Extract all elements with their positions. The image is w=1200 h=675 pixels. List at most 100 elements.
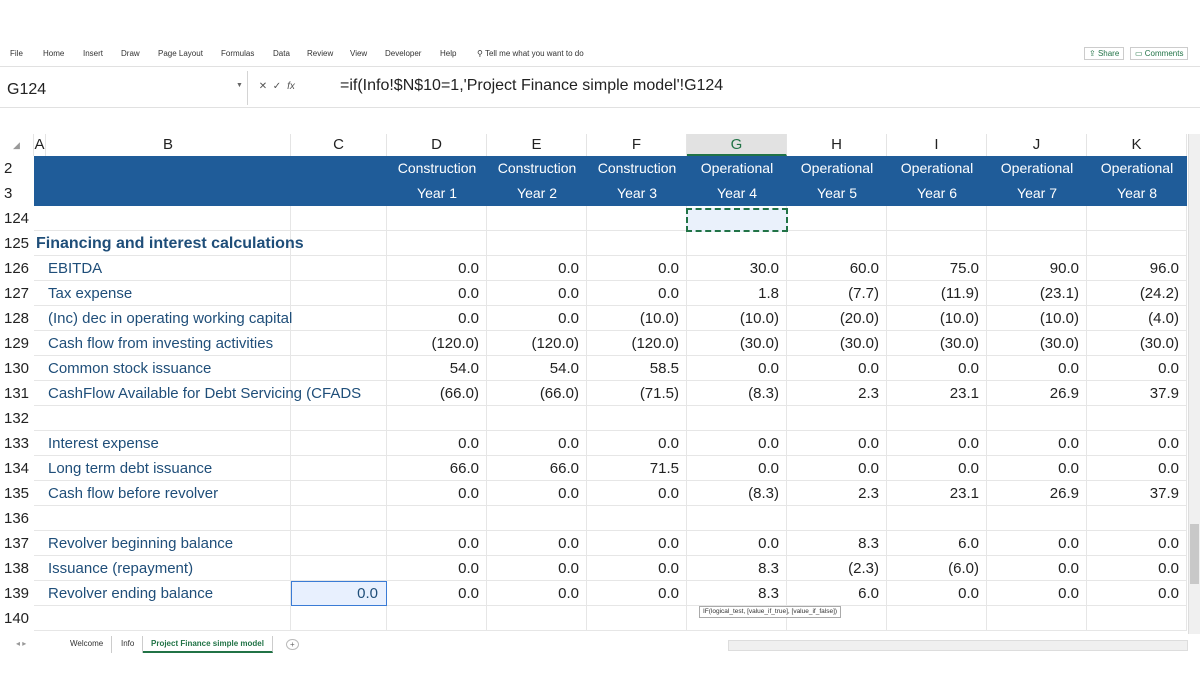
value-cell[interactable]: (6.0) <box>887 556 987 581</box>
value-cell[interactable]: 37.9 <box>1087 381 1187 406</box>
value-cell[interactable]: 0.0 <box>1087 581 1187 606</box>
header-cell[interactable]: Construction <box>487 156 587 181</box>
value-cell[interactable] <box>587 606 687 631</box>
value-cell[interactable]: 0.0 <box>387 306 487 331</box>
value-cell[interactable]: 0.0 <box>587 431 687 456</box>
value-cell[interactable]: 60.0 <box>787 256 887 281</box>
value-cell[interactable]: 2.3 <box>787 481 887 506</box>
tab-data[interactable]: Data <box>273 49 290 58</box>
value-cell[interactable]: 0.0 <box>487 431 587 456</box>
header-cell[interactable]: Operational <box>887 156 987 181</box>
value-cell[interactable] <box>1087 206 1187 231</box>
value-cell[interactable]: (71.5) <box>587 381 687 406</box>
value-cell[interactable] <box>887 606 987 631</box>
row-label[interactable]: Tax expense <box>34 281 291 306</box>
value-cell[interactable] <box>487 231 587 256</box>
value-cell[interactable]: (4.0) <box>1087 306 1187 331</box>
value-cell[interactable]: 0.0 <box>1087 356 1187 381</box>
header-cell[interactable]: Year 5 <box>787 181 887 206</box>
value-cell[interactable] <box>987 231 1087 256</box>
cell-c[interactable] <box>291 281 387 306</box>
value-cell[interactable]: (30.0) <box>687 331 787 356</box>
column-header-k[interactable]: K <box>1087 134 1187 156</box>
value-cell[interactable]: (30.0) <box>887 331 987 356</box>
value-cell[interactable] <box>687 506 787 531</box>
value-cell[interactable] <box>787 406 887 431</box>
value-cell[interactable]: 0.0 <box>887 581 987 606</box>
cell-c[interactable] <box>291 231 387 256</box>
value-cell[interactable] <box>1087 606 1187 631</box>
value-cell[interactable]: (11.9) <box>887 281 987 306</box>
row-label[interactable]: Long term debt issuance <box>34 456 291 481</box>
comments-button[interactable]: ▭ Comments <box>1130 47 1189 60</box>
sheet-tab-project-finance[interactable]: Project Finance simple model <box>143 636 273 653</box>
value-cell[interactable] <box>687 406 787 431</box>
value-cell[interactable]: 0.0 <box>1087 556 1187 581</box>
cell-c[interactable] <box>291 356 387 381</box>
share-button[interactable]: ⇪ Share <box>1084 47 1125 60</box>
value-cell[interactable]: (120.0) <box>487 331 587 356</box>
value-cell[interactable]: 0.0 <box>487 581 587 606</box>
cell-c[interactable] <box>291 531 387 556</box>
cell-c[interactable] <box>291 431 387 456</box>
tab-file[interactable]: File <box>10 49 23 58</box>
row-number[interactable]: 134 <box>0 456 34 481</box>
cell-c[interactable] <box>291 206 387 231</box>
value-cell[interactable] <box>887 206 987 231</box>
tab-help[interactable]: Help <box>440 49 456 58</box>
value-cell[interactable]: 37.9 <box>1087 481 1187 506</box>
value-cell[interactable]: 0.0 <box>687 456 787 481</box>
value-cell[interactable]: 0.0 <box>787 356 887 381</box>
value-cell[interactable] <box>787 231 887 256</box>
value-cell[interactable]: (8.3) <box>687 381 787 406</box>
value-cell[interactable]: (66.0) <box>387 381 487 406</box>
row-number[interactable]: 137 <box>0 531 34 556</box>
row-number[interactable]: 131 <box>0 381 34 406</box>
value-cell[interactable]: 0.0 <box>587 531 687 556</box>
value-cell[interactable]: 23.1 <box>887 481 987 506</box>
value-cell[interactable]: 0.0 <box>787 431 887 456</box>
cell-c[interactable] <box>291 481 387 506</box>
value-cell[interactable]: 0.0 <box>387 481 487 506</box>
value-cell[interactable]: 0.0 <box>687 356 787 381</box>
value-cell[interactable]: 2.3 <box>787 381 887 406</box>
value-cell[interactable] <box>387 231 487 256</box>
value-cell[interactable] <box>387 406 487 431</box>
cell-c[interactable] <box>291 331 387 356</box>
value-cell[interactable]: 0.0 <box>1087 531 1187 556</box>
column-header-j[interactable]: J <box>987 134 1087 156</box>
value-cell[interactable]: 0.0 <box>387 256 487 281</box>
column-header-i[interactable]: I <box>887 134 987 156</box>
enter-icon[interactable]: ✓ <box>270 81 284 92</box>
column-header-d[interactable]: D <box>387 134 487 156</box>
row-label[interactable]: (Inc) dec in operating working capital <box>34 306 292 331</box>
tab-developer[interactable]: Developer <box>385 49 421 58</box>
value-cell[interactable]: 54.0 <box>387 356 487 381</box>
value-cell[interactable]: 0.0 <box>887 431 987 456</box>
value-cell[interactable]: 0.0 <box>1087 456 1187 481</box>
horizontal-scrollbar[interactable] <box>728 640 1188 651</box>
row-number[interactable]: 125 <box>0 231 34 256</box>
value-cell[interactable]: 6.0 <box>887 531 987 556</box>
value-cell[interactable] <box>387 506 487 531</box>
value-cell[interactable]: (30.0) <box>987 331 1087 356</box>
header-cell[interactable]: Construction <box>587 156 687 181</box>
insert-function-icon[interactable]: fx <box>284 81 298 92</box>
value-cell[interactable]: 0.0 <box>1087 431 1187 456</box>
row-number[interactable]: 126 <box>0 256 34 281</box>
row-label[interactable] <box>34 506 291 531</box>
value-cell[interactable] <box>1087 406 1187 431</box>
value-cell[interactable]: 8.3 <box>687 581 787 606</box>
value-cell[interactable] <box>487 206 587 231</box>
row-number[interactable]: 2 <box>0 156 34 181</box>
value-cell[interactable]: 0.0 <box>487 556 587 581</box>
row-number[interactable]: 136 <box>0 506 34 531</box>
value-cell[interactable]: 0.0 <box>987 556 1087 581</box>
row-label[interactable] <box>34 206 291 231</box>
column-header-a[interactable]: A <box>34 134 46 156</box>
row-number[interactable]: 3 <box>0 181 34 206</box>
row-label[interactable] <box>34 606 291 631</box>
value-cell[interactable]: 0.0 <box>487 306 587 331</box>
sheet-tab-welcome[interactable]: Welcome <box>62 636 113 653</box>
tab-view[interactable]: View <box>350 49 367 58</box>
